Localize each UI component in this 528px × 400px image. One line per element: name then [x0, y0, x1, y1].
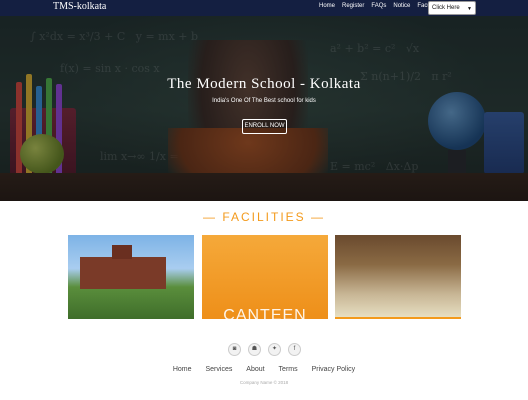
facebook-icon[interactable]: f: [288, 343, 301, 356]
click-here-dropdown[interactable]: Click Here ▼: [428, 1, 476, 15]
footer-link-privacy[interactable]: Privacy Policy: [312, 366, 356, 373]
school-building: [80, 257, 166, 289]
top-navbar: TMS-kolkata Home Register FAQs Notice Fa…: [0, 0, 528, 16]
nav-links: Home Register FAQs Notice Faculty: [319, 3, 444, 9]
chevron-down-icon: ▼: [467, 6, 472, 12]
snapchat-icon[interactable]: ☗: [248, 343, 261, 356]
page: ∫ x²dx = x³/3 + C y = mx + b a² + b² = c…: [0, 0, 528, 400]
copyright: Company Name © 2018: [239, 380, 289, 385]
hero-section: ∫ x²dx = x³/3 + C y = mx + b a² + b² = c…: [0, 0, 528, 201]
school-tower: [112, 245, 132, 259]
footer-links: Home Services About Terms Privacy Policy: [0, 366, 528, 373]
facility-card-library[interactable]: [335, 235, 461, 319]
footer-link-home[interactable]: Home: [173, 366, 192, 373]
twitter-icon[interactable]: ✦: [268, 343, 281, 356]
facilities-heading: — FACILITIES —: [202, 210, 326, 224]
nav-link-faqs[interactable]: FAQs: [371, 3, 386, 9]
facility-card-school[interactable]: [68, 235, 194, 319]
facility-card-canteen[interactable]: CANTEEN: [202, 235, 328, 319]
social-links: ◙ ☗ ✦ f: [228, 343, 301, 356]
dropdown-selected-value: Click Here: [432, 5, 460, 11]
canteen-label: CANTEEN: [223, 307, 307, 319]
instagram-icon[interactable]: ◙: [228, 343, 241, 356]
footer-link-services[interactable]: Services: [206, 366, 233, 373]
nav-link-notice[interactable]: Notice: [393, 3, 410, 9]
enroll-now-button[interactable]: ENROLL NOW: [242, 119, 287, 134]
hero-title: The Modern School - Kolkata: [167, 76, 361, 92]
brand-logo[interactable]: TMS-kolkata: [53, 1, 106, 12]
card-accent-line: [335, 317, 461, 319]
footer-link-terms[interactable]: Terms: [279, 366, 298, 373]
nav-link-register[interactable]: Register: [342, 3, 364, 9]
footer-link-about[interactable]: About: [246, 366, 264, 373]
nav-link-home[interactable]: Home: [319, 3, 335, 9]
hero-subtitle: India's One Of The Best school for kids: [212, 98, 316, 104]
